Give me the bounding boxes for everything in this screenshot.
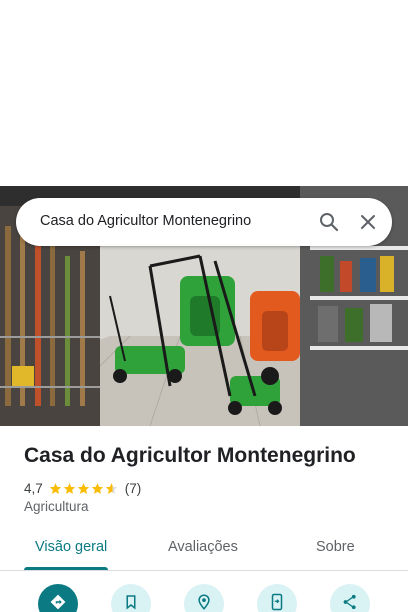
review-count[interactable]: (7) [125, 481, 142, 496]
send-to-phone-button[interactable] [257, 584, 297, 612]
send-to-phone-icon [271, 593, 283, 611]
nearby-button[interactable] [184, 584, 224, 612]
place-title: Casa do Agricultor Montenegrino [24, 444, 356, 467]
place-category: Agricultura [24, 499, 89, 514]
search-query-text[interactable]: Casa do Agricultor Montenegrino [40, 213, 251, 229]
action-buttons-row [0, 584, 408, 612]
nearby-icon [198, 594, 210, 610]
directions-button[interactable] [38, 584, 78, 612]
share-icon [343, 594, 356, 610]
star-icon [63, 482, 75, 494]
search-bar[interactable]: Casa do Agricultor Montenegrino [16, 198, 392, 246]
half-star-icon [105, 482, 117, 494]
star-icon [49, 482, 61, 494]
close-icon[interactable] [356, 210, 380, 234]
rating-value: 4,7 [24, 480, 43, 496]
tab-overview[interactable]: Visão geral [35, 539, 107, 555]
tab-reviews[interactable]: Avaliações [168, 539, 238, 555]
save-button[interactable] [111, 584, 151, 612]
directions-icon [50, 594, 66, 610]
bookmark-icon [126, 595, 136, 610]
star-icon [91, 482, 103, 494]
rating-row[interactable]: 4,7 (7) [24, 479, 141, 497]
star-rating [49, 482, 119, 495]
place-tabs: Visão geral Avaliações Sobre [0, 530, 408, 571]
search-icon[interactable] [317, 210, 341, 234]
tab-about[interactable]: Sobre [316, 539, 355, 555]
share-button[interactable] [330, 584, 370, 612]
star-icon [77, 482, 89, 494]
active-tab-indicator [24, 567, 108, 570]
blank-top-area [0, 0, 408, 186]
